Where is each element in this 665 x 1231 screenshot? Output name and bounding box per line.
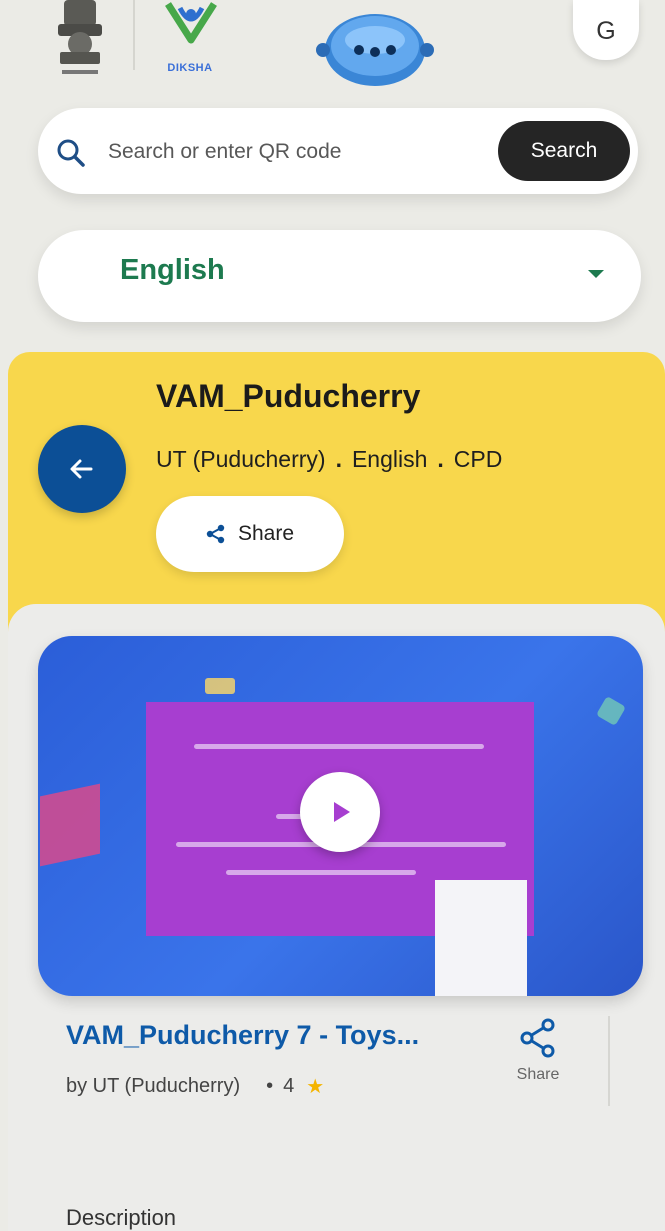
thumbnail-decoration — [40, 783, 100, 867]
play-button[interactable] — [300, 772, 380, 852]
back-button[interactable] — [38, 425, 126, 513]
search-input[interactable] — [108, 130, 478, 174]
star-icon: ★ — [306, 1076, 325, 1098]
search-button[interactable]: Search — [498, 121, 630, 181]
card-divider — [608, 1016, 610, 1106]
content-author: by UT (Puducherry) — [66, 1075, 241, 1097]
description-heading: Description — [66, 1205, 177, 1230]
content-share-button[interactable]: Share — [500, 1016, 576, 1106]
chatbot-icon[interactable] — [315, 6, 435, 90]
course-meta: UT (Puducherry). English. CPD — [156, 446, 502, 473]
meta-separator: . — [437, 446, 444, 472]
content-meta: by UT (Puducherry) • 4 ★ — [66, 1074, 324, 1099]
content-title[interactable]: VAM_Puducherry 7 - Toys... — [66, 1020, 419, 1051]
header-divider — [133, 0, 135, 70]
meta-separator: . — [335, 446, 342, 472]
meta-bullet: • — [266, 1075, 274, 1097]
language-selected: English — [120, 254, 225, 286]
share-icon — [520, 1018, 555, 1058]
national-emblem-logo — [58, 0, 102, 74]
user-avatar[interactable]: G — [573, 0, 639, 60]
course-medium: English — [351, 446, 428, 472]
course-share-label: Share — [237, 522, 295, 545]
content-rating: 4 — [283, 1075, 295, 1097]
course-title: VAM_Puducherry — [156, 378, 421, 414]
content-share-label: Share — [516, 1066, 560, 1083]
search-icon — [57, 139, 85, 167]
course-board: UT (Puducherry) — [156, 446, 326, 472]
play-icon — [334, 802, 350, 822]
thumbnail-decoration — [435, 880, 527, 996]
diksha-logo-text: DIKSHA — [167, 62, 213, 74]
course-type: CPD — [453, 446, 503, 472]
course-share-button[interactable]: Share — [156, 496, 344, 572]
arrow-left-icon — [70, 459, 93, 479]
caret-down-icon[interactable] — [588, 270, 604, 278]
thumbnail-decoration — [205, 678, 235, 694]
share-icon — [206, 524, 225, 544]
